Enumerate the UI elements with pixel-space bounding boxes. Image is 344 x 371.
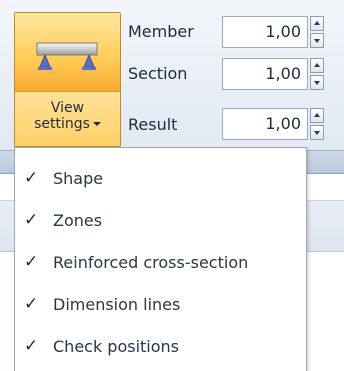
- member-factor-spinner[interactable]: [310, 16, 324, 48]
- check-icon: ✓: [24, 336, 39, 356]
- menu-item-label: Shape: [53, 169, 104, 188]
- member-label: Member: [128, 22, 194, 41]
- menu-item-dimension-lines[interactable]: ✓ Dimension lines: [15, 284, 306, 326]
- member-increment-button[interactable]: [310, 16, 324, 31]
- menu-item-shape[interactable]: ✓ Shape: [15, 158, 306, 200]
- check-icon: ✓: [24, 210, 39, 230]
- menu-item-check-positions[interactable]: ✓ Check positions: [15, 326, 306, 368]
- section-decrement-button[interactable]: [310, 75, 324, 90]
- view-settings-icon-area[interactable]: [15, 13, 120, 92]
- menu-item-label: Dimension lines: [53, 295, 181, 314]
- member-decrement-button[interactable]: [310, 33, 324, 48]
- check-icon: ✓: [24, 168, 39, 188]
- arrow-up-icon: [314, 113, 320, 117]
- menu-item-label: Reinforced cross-section: [53, 253, 249, 272]
- result-label: Result: [128, 115, 178, 134]
- arrow-up-icon: [314, 63, 320, 67]
- menu-item-reinforced-cross-section[interactable]: ✓ Reinforced cross-section: [15, 242, 306, 284]
- menu-item-label: Check positions: [53, 337, 180, 356]
- ribbon-screenshot: View settings Member 1,00 Section 1,00 R…: [0, 0, 344, 371]
- section-increment-button[interactable]: [310, 58, 324, 73]
- view-settings-label-line2-wrap: settings: [15, 116, 120, 132]
- view-settings-label-line2: settings: [34, 116, 90, 132]
- member-factor-input[interactable]: 1,00: [222, 16, 308, 48]
- view-settings-button[interactable]: View settings: [14, 12, 121, 147]
- view-settings-dropdown-trigger[interactable]: View settings: [15, 92, 120, 146]
- result-decrement-button[interactable]: [310, 125, 324, 140]
- menu-item-label: Zones: [53, 211, 103, 230]
- arrow-down-icon: [314, 39, 320, 43]
- section-label: Section: [128, 64, 188, 83]
- check-icon: ✓: [24, 252, 39, 272]
- arrow-up-icon: [314, 21, 320, 25]
- view-settings-menu: ✓ Shape ✓ Zones ✓ Reinforced cross-secti…: [14, 147, 307, 371]
- beam-support-icon: [36, 42, 98, 70]
- arrow-down-icon: [314, 81, 320, 85]
- chevron-down-icon: [92, 122, 101, 126]
- result-increment-button[interactable]: [310, 108, 324, 123]
- view-settings-label-line1: View: [50, 100, 85, 116]
- section-factor-spinner[interactable]: [310, 58, 324, 90]
- result-factor-spinner[interactable]: [310, 108, 324, 140]
- arrow-down-icon: [314, 131, 320, 135]
- section-factor-input[interactable]: 1,00: [222, 58, 308, 90]
- menu-item-zones[interactable]: ✓ Zones: [15, 200, 306, 242]
- check-icon: ✓: [24, 294, 39, 314]
- result-factor-input[interactable]: 1,00: [222, 108, 308, 140]
